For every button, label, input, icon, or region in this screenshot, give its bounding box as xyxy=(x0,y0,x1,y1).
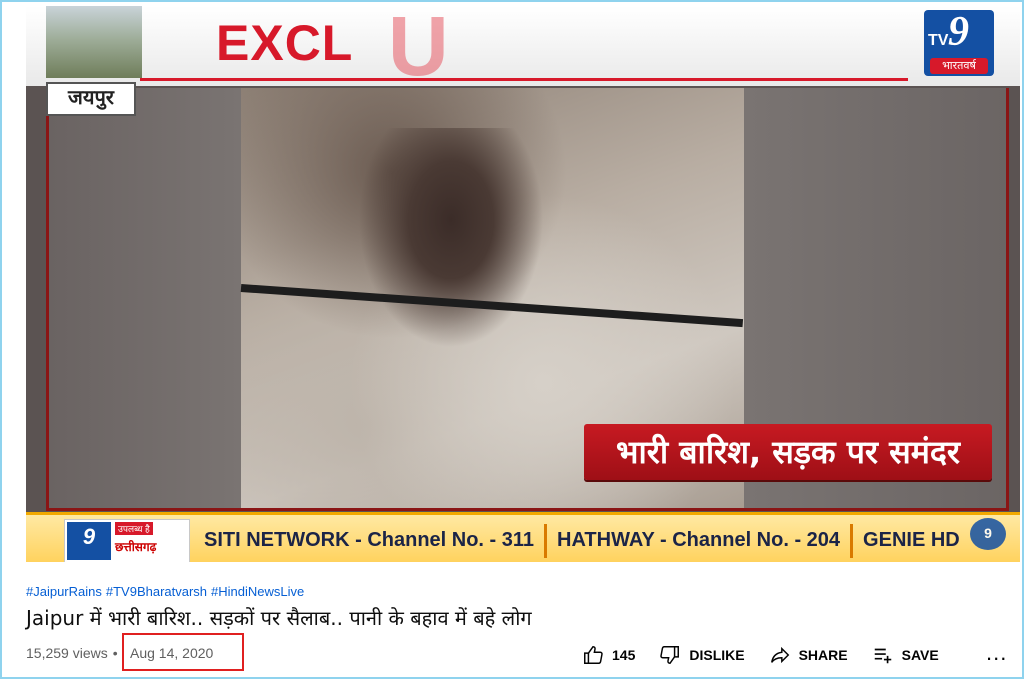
news-ticker: 9 उपलब्ध है छत्तीसगढ़ SITI NETWORK - Cha… xyxy=(26,512,1020,562)
video-player[interactable]: EXCL U TV 9 भारतवर्ष जयपुर भारी बारिश, स… xyxy=(26,6,1020,562)
logo-brand: भारतवर्ष xyxy=(930,58,988,74)
hashtag-link[interactable]: #HindiNewsLive xyxy=(211,584,304,599)
ticker-logo-region: छत्तीसगढ़ xyxy=(115,540,157,554)
exclusive-banner-overlay: U xyxy=(388,6,449,93)
separator-dot: • xyxy=(112,645,118,661)
logo-number: 9 xyxy=(948,9,969,55)
video-title: Jaipur में भारी बारिश.. सड़कों पर सैलाब.… xyxy=(26,606,532,630)
playlist-add-icon xyxy=(874,648,891,664)
hashtags: #JaipurRains #TV9Bharatvarsh #HindiNewsLiv… xyxy=(26,584,308,599)
banner-divider xyxy=(140,78,908,81)
dislike-button[interactable]: DISLIKE xyxy=(659,644,745,666)
view-count: 15,259 views xyxy=(26,645,108,661)
like-button[interactable]: 145 xyxy=(582,644,635,666)
ticker-item: SITI NETWORK - Channel No. - 311 xyxy=(204,529,535,551)
share-button[interactable]: SHARE xyxy=(769,644,848,666)
ticker-logo-tag: उपलब्ध है xyxy=(115,522,153,535)
exclusive-banner: EXCL xyxy=(216,15,354,71)
like-count: 145 xyxy=(612,647,636,663)
upload-date: Aug 14, 2020 xyxy=(130,645,214,661)
share-icon xyxy=(770,646,789,664)
ticker-separator xyxy=(544,523,548,558)
view-count-row: 15,259 views • xyxy=(26,645,123,661)
thumbs-down-icon xyxy=(660,646,680,664)
river-thumbnail xyxy=(46,6,142,78)
save-button[interactable]: SAVE xyxy=(872,644,939,666)
save-label: SAVE xyxy=(901,647,939,663)
ticker-item: GENIE HD xyxy=(863,529,960,551)
dislike-label: DISLIKE xyxy=(689,647,745,663)
ticker-text: SITI NETWORK - Channel No. - 311 HATHWAY … xyxy=(204,515,960,562)
blur-left xyxy=(49,88,241,508)
ticker-logo-number: 9 xyxy=(67,522,111,560)
corner-watermark: 9 xyxy=(970,518,1006,550)
logo-tv: TV xyxy=(928,32,949,49)
tv9-logo: TV 9 भारतवर्ष xyxy=(924,9,994,76)
broadcast-top-band: EXCL U TV 9 भारतवर्ष xyxy=(26,6,1020,93)
hashtag-link[interactable]: #JaipurRains xyxy=(26,584,102,599)
people-in-water xyxy=(351,128,551,358)
ticker-item: HATHWAY - Channel No. - 204 xyxy=(557,529,841,551)
share-label: SHARE xyxy=(798,647,848,663)
ticker-logo: 9 उपलब्ध है छत्तीसगढ़ xyxy=(64,519,190,562)
city-label: जयपुर xyxy=(46,82,136,116)
news-headline: भारी बारिश, सड़क पर समंदर xyxy=(584,424,992,480)
ticker-separator xyxy=(850,523,854,558)
hashtag-link[interactable]: #TV9Bharatvarsh xyxy=(106,584,207,599)
thumbs-up-icon xyxy=(584,646,603,664)
action-bar: 145 DISLIKE SHARE SAVE xyxy=(582,640,963,670)
more-options-button[interactable]: ... xyxy=(986,640,1007,666)
